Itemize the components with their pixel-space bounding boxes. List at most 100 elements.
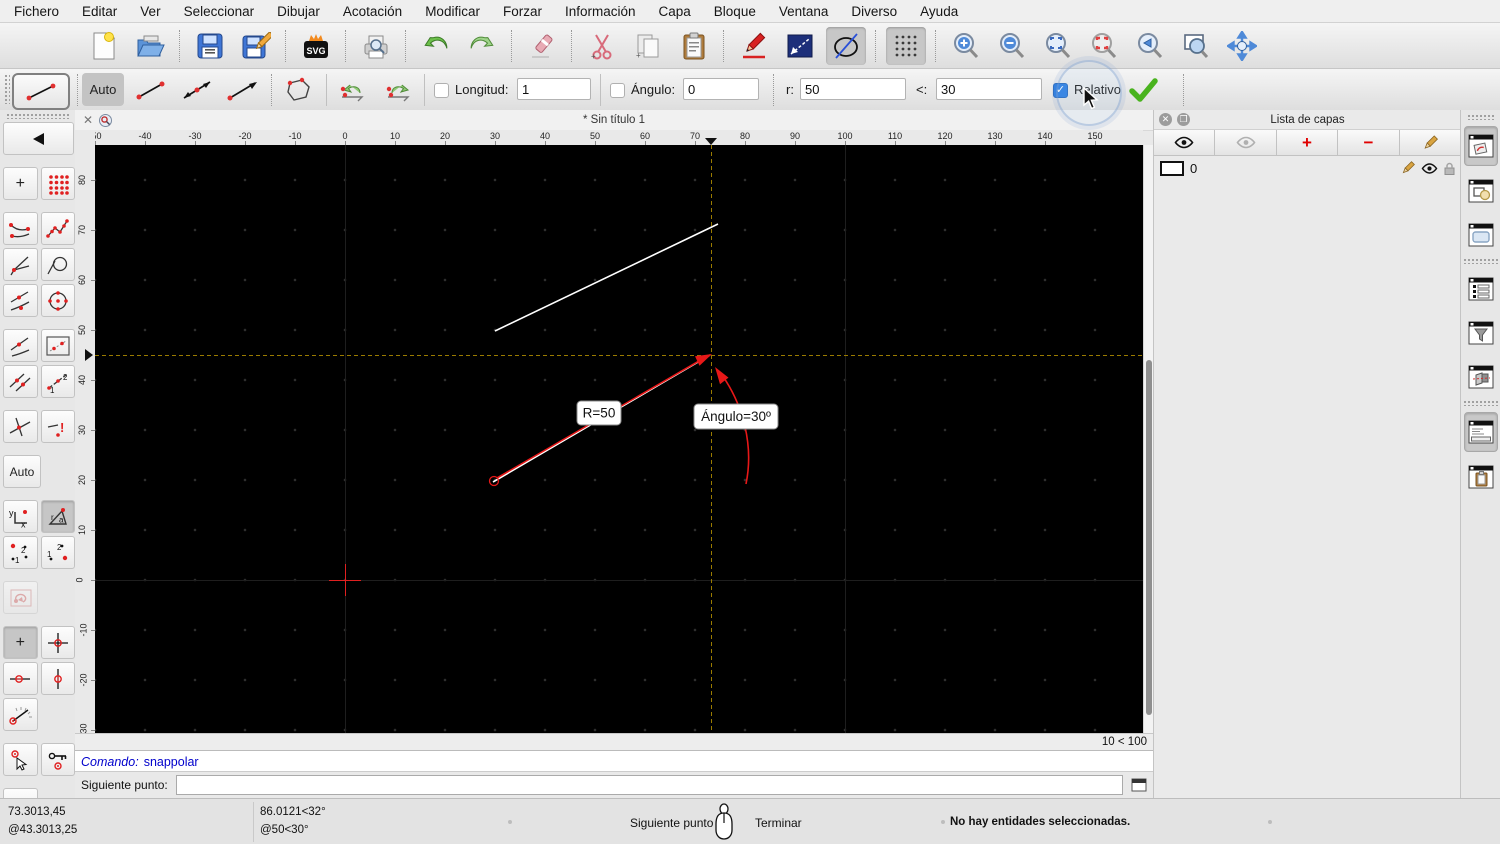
add-layer-button[interactable]: + [1276, 130, 1339, 155]
snap-center-button[interactable] [40, 284, 75, 317]
line-two-points-button[interactable] [130, 73, 172, 106]
pencil-icon[interactable] [1401, 161, 1415, 175]
remove-layer-button[interactable]: − [1338, 130, 1400, 155]
block-list-toggle[interactable] [1465, 172, 1497, 210]
draw-button[interactable] [734, 27, 774, 65]
restrict-orthogonal-button[interactable] [40, 626, 75, 659]
angulo-input[interactable] [683, 78, 759, 100]
hide-all-layers-button[interactable] [1215, 130, 1277, 155]
detach-command-icon[interactable] [1131, 778, 1147, 792]
tab-title[interactable]: * Sin título 1 [75, 114, 1153, 126]
snap-distance-button[interactable]: 12 [40, 365, 75, 398]
relative-cartesian-button[interactable]: 12 [3, 536, 38, 569]
horizontal-scrollbar[interactable]: 10 < 100 [75, 733, 1153, 750]
relative-polar-button[interactable]: 12 [40, 536, 75, 569]
snap-tangent-button[interactable] [40, 248, 75, 281]
command-input[interactable] [175, 775, 1123, 795]
back-button[interactable] [3, 122, 74, 155]
angulo-checkbox[interactable] [610, 83, 625, 98]
polygon-button[interactable] [276, 73, 322, 106]
undo-button[interactable] [416, 27, 456, 65]
angle-input[interactable] [936, 78, 1042, 100]
toolbar-handle[interactable] [1467, 114, 1495, 120]
layer-color-swatch[interactable] [1160, 160, 1184, 176]
zoom-window-button[interactable] [1176, 27, 1216, 65]
restrict-horizontal-button[interactable] [3, 662, 38, 695]
open-button[interactable] [130, 27, 170, 65]
snap-on-entity-button[interactable] [40, 212, 75, 245]
paste-button[interactable] [674, 27, 714, 65]
auto-tool-button[interactable]: Auto [82, 73, 124, 106]
drawing-canvas[interactable]: R=50 Ángulo=30º [95, 145, 1143, 733]
sequence-undo-button[interactable] [332, 73, 374, 106]
polyline-tool-button[interactable] [780, 27, 820, 65]
zoom-previous-button[interactable] [1084, 27, 1124, 65]
lock-icon[interactable] [1444, 162, 1455, 175]
delete-button[interactable] [522, 27, 562, 65]
library-browser-toggle[interactable] [1465, 216, 1497, 254]
coordinate-polar-button[interactable]: ra [40, 500, 75, 533]
toolbar-handle[interactable] [4, 74, 10, 104]
snap-endpoints-button[interactable] [3, 212, 38, 245]
save-button[interactable] [190, 27, 230, 65]
menu-capa[interactable]: Capa [659, 4, 691, 19]
menu-fichero[interactable]: Fichero [14, 4, 59, 19]
menu-ayuda[interactable]: Ayuda [920, 4, 958, 19]
toolbar-handle[interactable] [6, 113, 69, 119]
show-all-layers-button[interactable] [1154, 130, 1216, 155]
eye-icon[interactable] [1421, 162, 1438, 174]
print-preview-button[interactable] [356, 27, 396, 65]
property-editor-toggle[interactable] [1465, 270, 1497, 308]
zoom-out-button[interactable] [992, 27, 1032, 65]
previous-view-button[interactable] [1130, 27, 1170, 65]
menu-acotacion[interactable]: Acotación [343, 4, 402, 19]
lock-relative-zero-button[interactable] [40, 743, 75, 776]
menu-ver[interactable]: Ver [140, 4, 160, 19]
current-tool-button[interactable] [12, 73, 70, 110]
edit-layer-button[interactable] [1399, 130, 1462, 155]
menu-ventana[interactable]: Ventana [779, 4, 829, 19]
menu-seleccionar[interactable]: Seleccionar [184, 4, 255, 19]
clipboard-panel-toggle[interactable] [1465, 458, 1497, 496]
sequence-redo-button[interactable] [378, 73, 420, 106]
snap-grid-button[interactable] [40, 167, 75, 200]
menu-editar[interactable]: Editar [82, 4, 117, 19]
zoom-auto-button[interactable] [1038, 27, 1078, 65]
pan-button[interactable] [1222, 27, 1262, 65]
coordinate-cartesian-button[interactable]: yx [3, 500, 38, 533]
menu-informacion[interactable]: Información [565, 4, 636, 19]
menu-forzar[interactable]: Forzar [503, 4, 542, 19]
restrict-angle-button[interactable] [3, 698, 38, 731]
longitud-input[interactable] [517, 78, 591, 100]
export-svg-button[interactable]: SVG [296, 27, 336, 65]
r-input[interactable] [800, 78, 906, 100]
layer-list-toggle[interactable] [1464, 126, 1498, 166]
line-arrow-button[interactable] [222, 73, 264, 106]
snap-parallel-button[interactable] [3, 365, 38, 398]
snap-reference-button[interactable] [40, 329, 75, 362]
layer-row[interactable]: 0 [1154, 156, 1461, 180]
zoom-in-button[interactable] [946, 27, 986, 65]
restrict-free-button[interactable]: + [3, 626, 38, 659]
copy-button[interactable]: + [628, 27, 668, 65]
draft-mode-button[interactable] [826, 26, 866, 65]
selection-filter-toggle[interactable] [1465, 314, 1497, 352]
snap-intersection-button[interactable] [3, 410, 38, 443]
menu-modificar[interactable]: Modificar [425, 4, 480, 19]
set-relative-zero-button[interactable] [3, 743, 38, 776]
confirm-button[interactable] [1124, 73, 1162, 106]
redo-button[interactable] [462, 27, 502, 65]
menu-dibujar[interactable]: Dibujar [277, 4, 320, 19]
line-angle-button[interactable] [176, 73, 218, 106]
restrict-nothing-button[interactable]: ! [40, 410, 75, 443]
undock-panel-icon[interactable]: ❐ [1177, 113, 1190, 126]
snap-free-button[interactable]: + [3, 167, 38, 200]
snap-auto-button[interactable]: Auto [3, 455, 41, 488]
grid-toggle-button[interactable] [886, 26, 926, 65]
new-document-button[interactable] [84, 27, 124, 65]
viewport-panel-toggle[interactable] [1465, 358, 1497, 396]
menu-diverso[interactable]: Diverso [851, 4, 897, 19]
restrict-vertical-button[interactable] [40, 662, 75, 695]
save-as-button[interactable] [236, 27, 276, 65]
vertical-scrollbar-thumb[interactable] [1145, 360, 1152, 715]
